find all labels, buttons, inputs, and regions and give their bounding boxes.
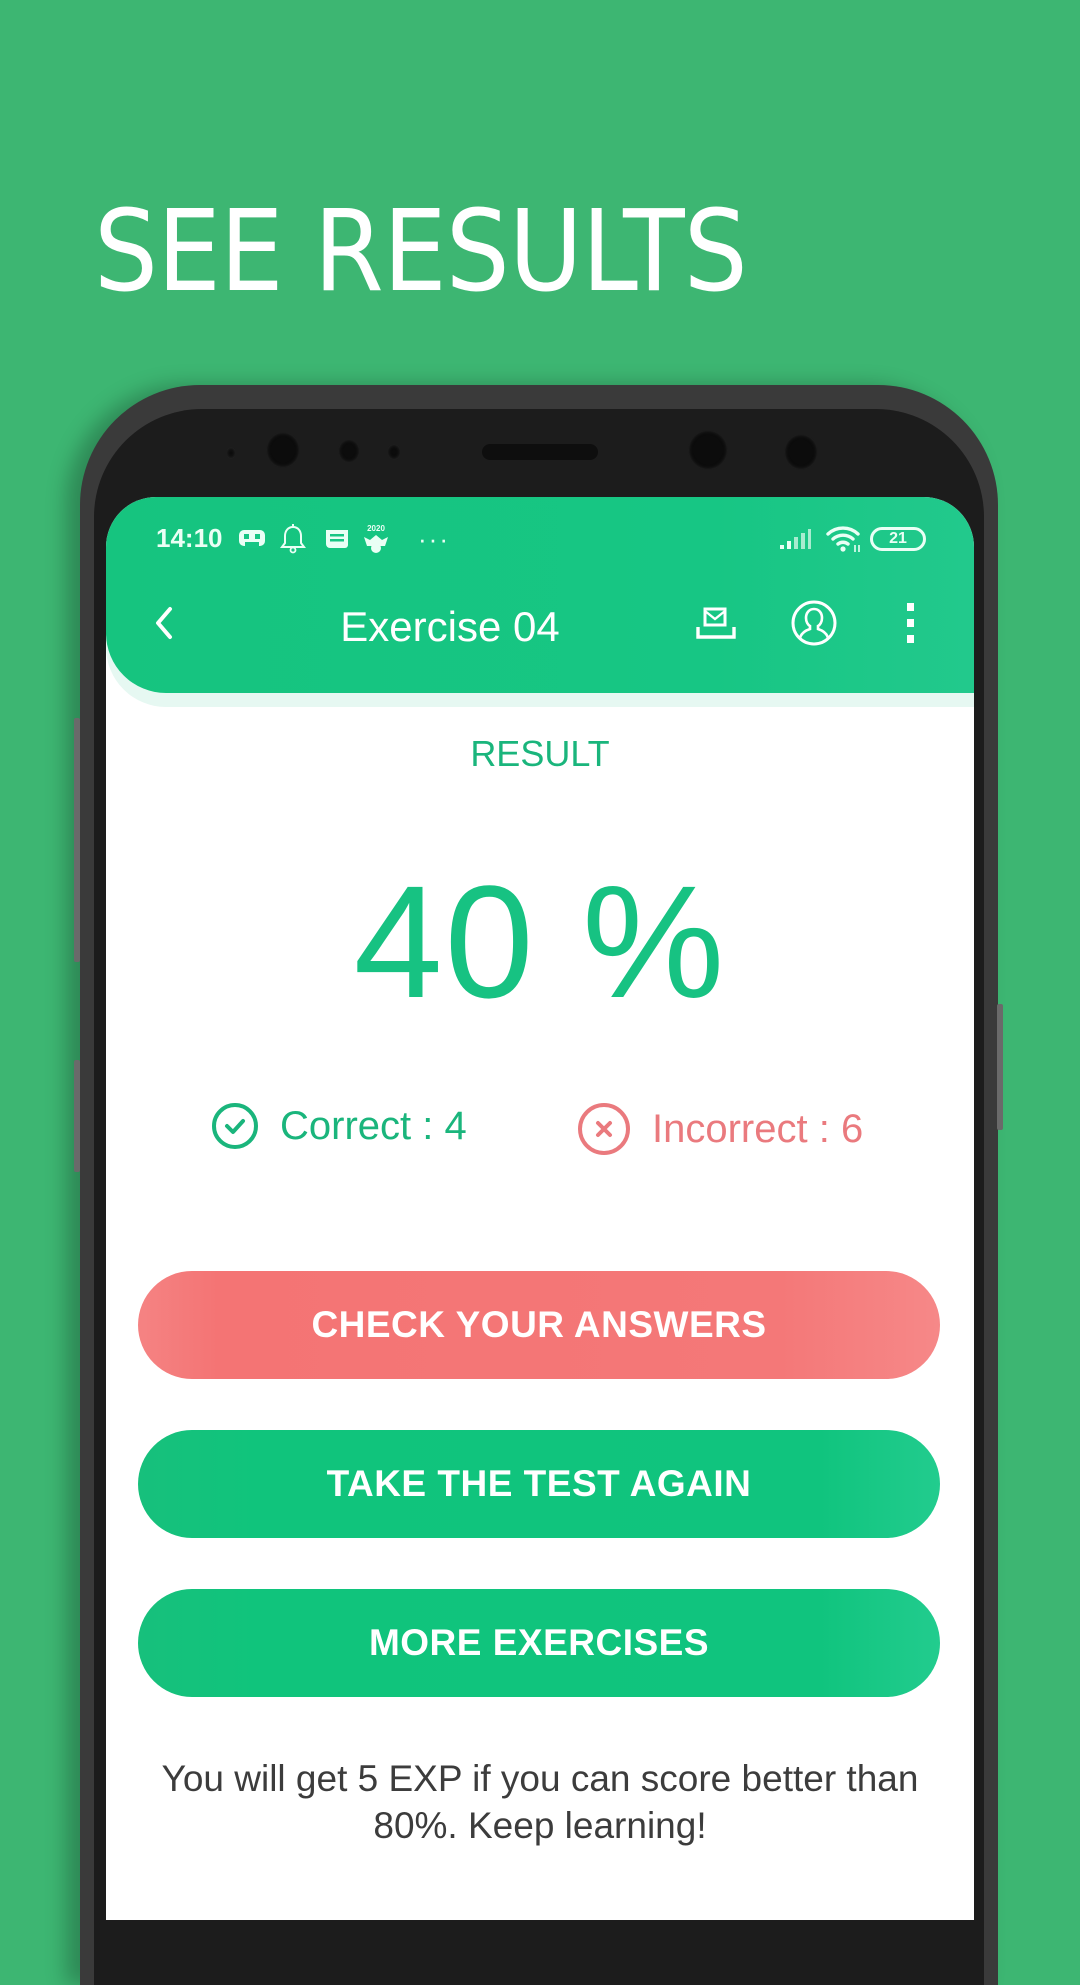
incorrect-count: Incorrect : 6 — [652, 1106, 864, 1151]
badge-2020-text: 2020 — [367, 524, 385, 533]
inbox-icon — [696, 607, 736, 639]
app-screen: 14:10 2020 ··· 21 Exercise 04 RESULT 40 … — [106, 497, 974, 1920]
phone-side-button — [74, 1060, 80, 1172]
inbox-button[interactable] — [686, 593, 746, 653]
check-circle-icon — [212, 1103, 258, 1149]
signal-icon — [778, 525, 812, 553]
front-camera — [266, 432, 300, 468]
promo-headline: SEE RESULTS — [94, 187, 748, 317]
phone-side-button — [997, 1004, 1003, 1130]
news-icon — [324, 525, 350, 553]
account-icon — [791, 600, 837, 646]
x-circle-icon — [578, 1103, 630, 1155]
more-options-button[interactable] — [881, 593, 941, 653]
battery-icon: 21 — [870, 527, 926, 551]
sensor-dot — [338, 439, 360, 463]
status-bar: 14:10 2020 ··· 21 — [106, 521, 974, 561]
incorrect-stat: Incorrect : 6 — [578, 1103, 863, 1155]
more-exercises-button[interactable]: MORE EXERCISES — [138, 1589, 940, 1697]
result-label: RESULT — [470, 733, 610, 774]
front-camera — [784, 434, 818, 470]
app-bar: 14:10 2020 ··· 21 Exercise 04 — [106, 497, 974, 693]
correct-stat: Correct : 4 — [212, 1103, 467, 1149]
exp-hint-text: You will get 5 EXP if you can score bett… — [161, 1758, 919, 1846]
take-test-again-button[interactable]: TAKE THE TEST AGAIN — [138, 1430, 940, 1538]
proximity-sensor — [226, 447, 236, 459]
account-button[interactable] — [784, 593, 844, 653]
correct-count: Correct : 4 — [280, 1103, 467, 1148]
more-vert-icon — [907, 603, 914, 643]
phone-side-button — [74, 718, 80, 962]
bell-icon — [280, 524, 306, 554]
badge-2020-icon: 2020 — [362, 525, 390, 553]
more-dots-icon: ··· — [418, 523, 450, 554]
earpiece-speaker — [482, 444, 598, 460]
toolbar-title: Exercise 04 — [340, 603, 560, 650]
battery-level: 21 — [889, 530, 907, 547]
wifi-icon — [826, 525, 862, 553]
score-percent: 40 % — [353, 852, 727, 1031]
sensor-dot — [387, 444, 401, 460]
gamepad-icon — [238, 525, 266, 553]
status-time: 14:10 — [156, 523, 223, 553]
check-answers-button[interactable]: CHECK YOUR ANSWERS — [138, 1271, 940, 1379]
front-camera — [688, 430, 728, 470]
